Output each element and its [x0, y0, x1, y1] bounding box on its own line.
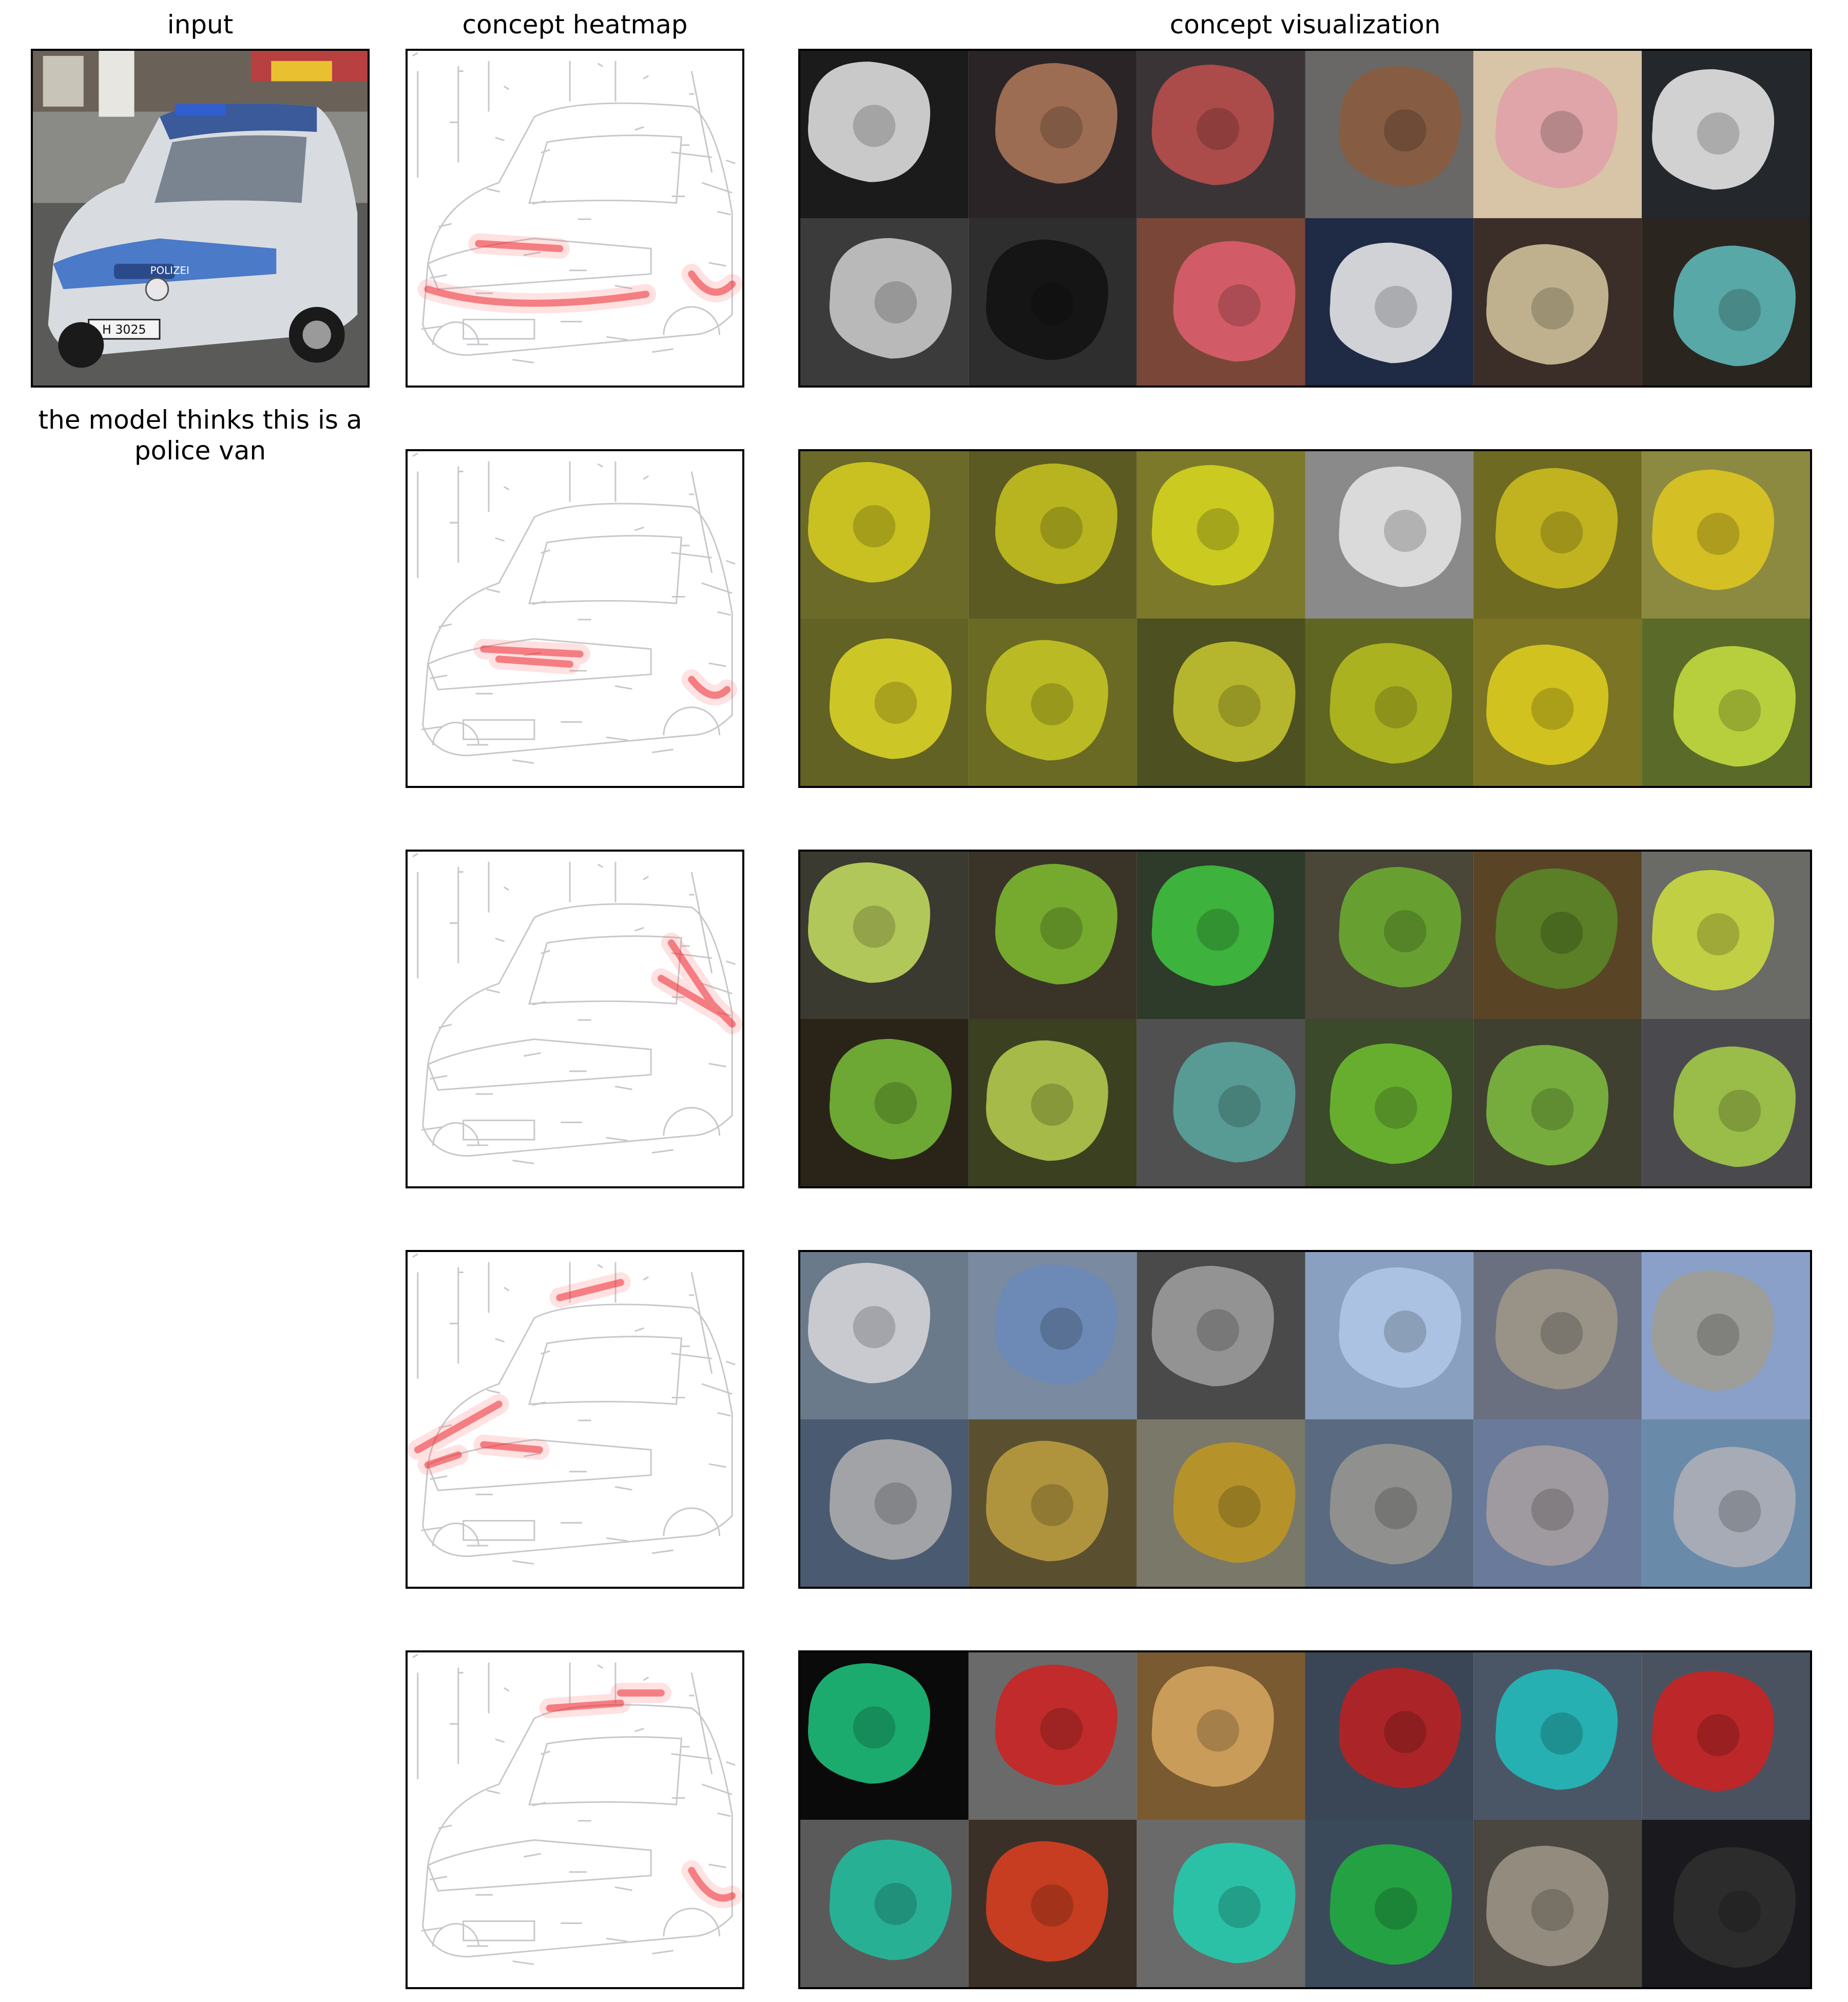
concept-5-tile-4: [1305, 1652, 1474, 1820]
concept-2-tile-2: [968, 451, 1137, 619]
concept-grid-2: [798, 449, 1812, 788]
concept-3-tile-11: [1473, 1019, 1642, 1186]
visualization-column-title: concept visualization: [1169, 10, 1441, 40]
concept-2-tile-6: [1642, 451, 1810, 619]
concept-2-tile-9: [1137, 619, 1305, 786]
concept-4-tile-12: [1642, 1419, 1810, 1587]
concept-1-tile-12: [1642, 218, 1810, 386]
concept-3-tile-2: [968, 852, 1137, 1019]
prediction-caption: the model thinks this is a police van: [38, 405, 362, 466]
heatmap-5: [406, 1650, 744, 1989]
concept-4-tile-10: [1305, 1419, 1474, 1587]
concept-3-tile-1: [800, 852, 969, 1019]
concept-2-tile-12: [1642, 619, 1810, 786]
heatmap-1: [406, 49, 744, 388]
concept-1-tile-4: [1305, 51, 1474, 218]
concept-5-tile-11: [1473, 1820, 1642, 1987]
concept-2-tile-11: [1473, 619, 1642, 786]
concept-1-tile-6: [1642, 51, 1810, 218]
concept-5-tile-10: [1305, 1820, 1474, 1987]
concept-1-tile-8: [968, 218, 1137, 386]
concept-5-tile-2: [968, 1652, 1137, 1820]
concept-1-tile-3: [1137, 51, 1305, 218]
concept-5-tile-5: [1473, 1652, 1642, 1820]
concept-1-tile-5: [1473, 51, 1642, 218]
concept-4-tile-11: [1473, 1419, 1642, 1587]
concept-4-tile-8: [968, 1419, 1137, 1587]
concept-1-tile-1: [800, 51, 969, 218]
concept-4-tile-5: [1473, 1252, 1642, 1419]
concept-5-tile-9: [1137, 1820, 1305, 1987]
concept-4-tile-9: [1137, 1419, 1305, 1587]
concept-3-tile-5: [1473, 852, 1642, 1019]
heatmap-2: [406, 449, 744, 788]
concept-3-tile-9: [1137, 1019, 1305, 1186]
concept-4-tile-6: [1642, 1252, 1810, 1419]
heatmap-4: [406, 1250, 744, 1589]
concept-5-tile-6: [1642, 1652, 1810, 1820]
concept-2-tile-4: [1305, 451, 1474, 619]
heatmap-3: [406, 850, 744, 1188]
concept-3-tile-7: [800, 1019, 969, 1186]
concept-3-tile-8: [968, 1019, 1137, 1186]
concept-3-tile-3: [1137, 852, 1305, 1019]
concept-2-tile-8: [968, 619, 1137, 786]
concept-1-tile-10: [1305, 218, 1474, 386]
concept-grid-4: [798, 1250, 1812, 1589]
concept-1-tile-7: [800, 218, 969, 386]
concept-grid-3: [798, 850, 1812, 1188]
concept-2-tile-3: [1137, 451, 1305, 619]
concept-2-tile-10: [1305, 619, 1474, 786]
concept-5-tile-12: [1642, 1820, 1810, 1987]
concept-2-tile-7: [800, 619, 969, 786]
concept-4-tile-1: [800, 1252, 969, 1419]
input-column-title: input: [167, 10, 234, 40]
concept-4-tile-4: [1305, 1252, 1474, 1419]
concept-1-tile-11: [1473, 218, 1642, 386]
concept-3-tile-6: [1642, 852, 1810, 1019]
concept-1-tile-2: [968, 51, 1137, 218]
concept-5-tile-8: [968, 1820, 1137, 1987]
concept-grid-1: [798, 49, 1812, 388]
plate-text: H 3025: [102, 322, 146, 337]
concept-2-tile-5: [1473, 451, 1642, 619]
badge-text: POLIZEI: [150, 265, 189, 277]
concept-grid-5: [798, 1650, 1812, 1989]
input-image: H 3025 POLIZEI: [31, 49, 370, 388]
concept-4-tile-3: [1137, 1252, 1305, 1419]
concept-5-tile-7: [800, 1820, 969, 1987]
concept-3-tile-12: [1642, 1019, 1810, 1186]
concept-3-tile-10: [1305, 1019, 1474, 1186]
concept-4-tile-2: [968, 1252, 1137, 1419]
police-car-photo-icon: H 3025 POLIZEI: [33, 51, 368, 386]
concept-5-tile-1: [800, 1652, 969, 1820]
concept-3-tile-4: [1305, 852, 1474, 1019]
concept-5-tile-3: [1137, 1652, 1305, 1820]
concept-4-tile-7: [800, 1419, 969, 1587]
concept-2-tile-1: [800, 451, 969, 619]
heatmap-column-title: concept heatmap: [462, 10, 688, 40]
concept-1-tile-9: [1137, 218, 1305, 386]
